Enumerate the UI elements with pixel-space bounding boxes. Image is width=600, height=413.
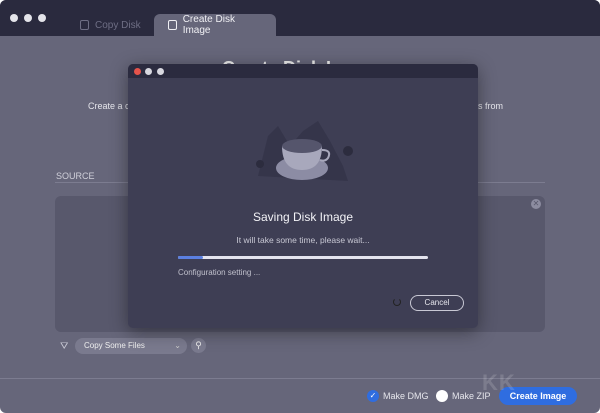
dialog-minimize-button[interactable] — [145, 68, 152, 75]
make-dmg-checkbox[interactable]: ✓ — [367, 390, 379, 402]
progress-status: Configuration setting ... — [178, 268, 261, 277]
dialog-zoom-button[interactable] — [157, 68, 164, 75]
title-bar: Copy Disk Create Disk Image — [0, 0, 600, 36]
coffee-cup-illustration — [256, 121, 353, 181]
window-zoom-button[interactable] — [38, 14, 46, 22]
remove-source-icon[interactable]: ✕ — [531, 199, 541, 209]
progress-bar — [178, 256, 428, 259]
window-minimize-button[interactable] — [24, 14, 32, 22]
select-value: Copy Some Files — [84, 341, 145, 350]
saving-dialog: Saving Disk Image It will take some time… — [128, 64, 478, 328]
description-text: Create a c — [88, 101, 130, 111]
make-zip-checkbox[interactable] — [436, 390, 448, 402]
filter-icon[interactable]: ⛛ — [60, 341, 68, 352]
tab-create-disk-image[interactable]: Create Disk Image — [154, 14, 276, 36]
source-label: SOURCE — [56, 171, 95, 181]
tab-label: Copy Disk — [95, 19, 141, 31]
dialog-close-button[interactable] — [134, 68, 141, 75]
tab-copy-disk[interactable]: Copy Disk — [66, 14, 155, 36]
watermark-logo: KK — [482, 370, 516, 395]
dialog-title-bar — [128, 64, 478, 78]
disk-image-icon — [168, 20, 177, 30]
window-close-button[interactable] — [10, 14, 18, 22]
progress-fill — [178, 256, 203, 259]
cancel-button[interactable]: Cancel — [410, 295, 464, 311]
spinner-icon — [393, 298, 401, 306]
copy-mode-select[interactable]: Copy Some Files ⌄ — [75, 338, 187, 354]
chevron-down-icon: ⌄ — [174, 341, 181, 350]
dialog-title: Saving Disk Image — [252, 210, 354, 224]
tab-label: Create Disk Image — [182, 14, 235, 36]
dialog-subtitle: It will take some time, please wait... — [236, 235, 370, 245]
search-icon[interactable]: ⚲ — [191, 338, 206, 353]
make-dmg-label: Make DMG — [383, 391, 429, 401]
disk-icon — [80, 20, 89, 30]
